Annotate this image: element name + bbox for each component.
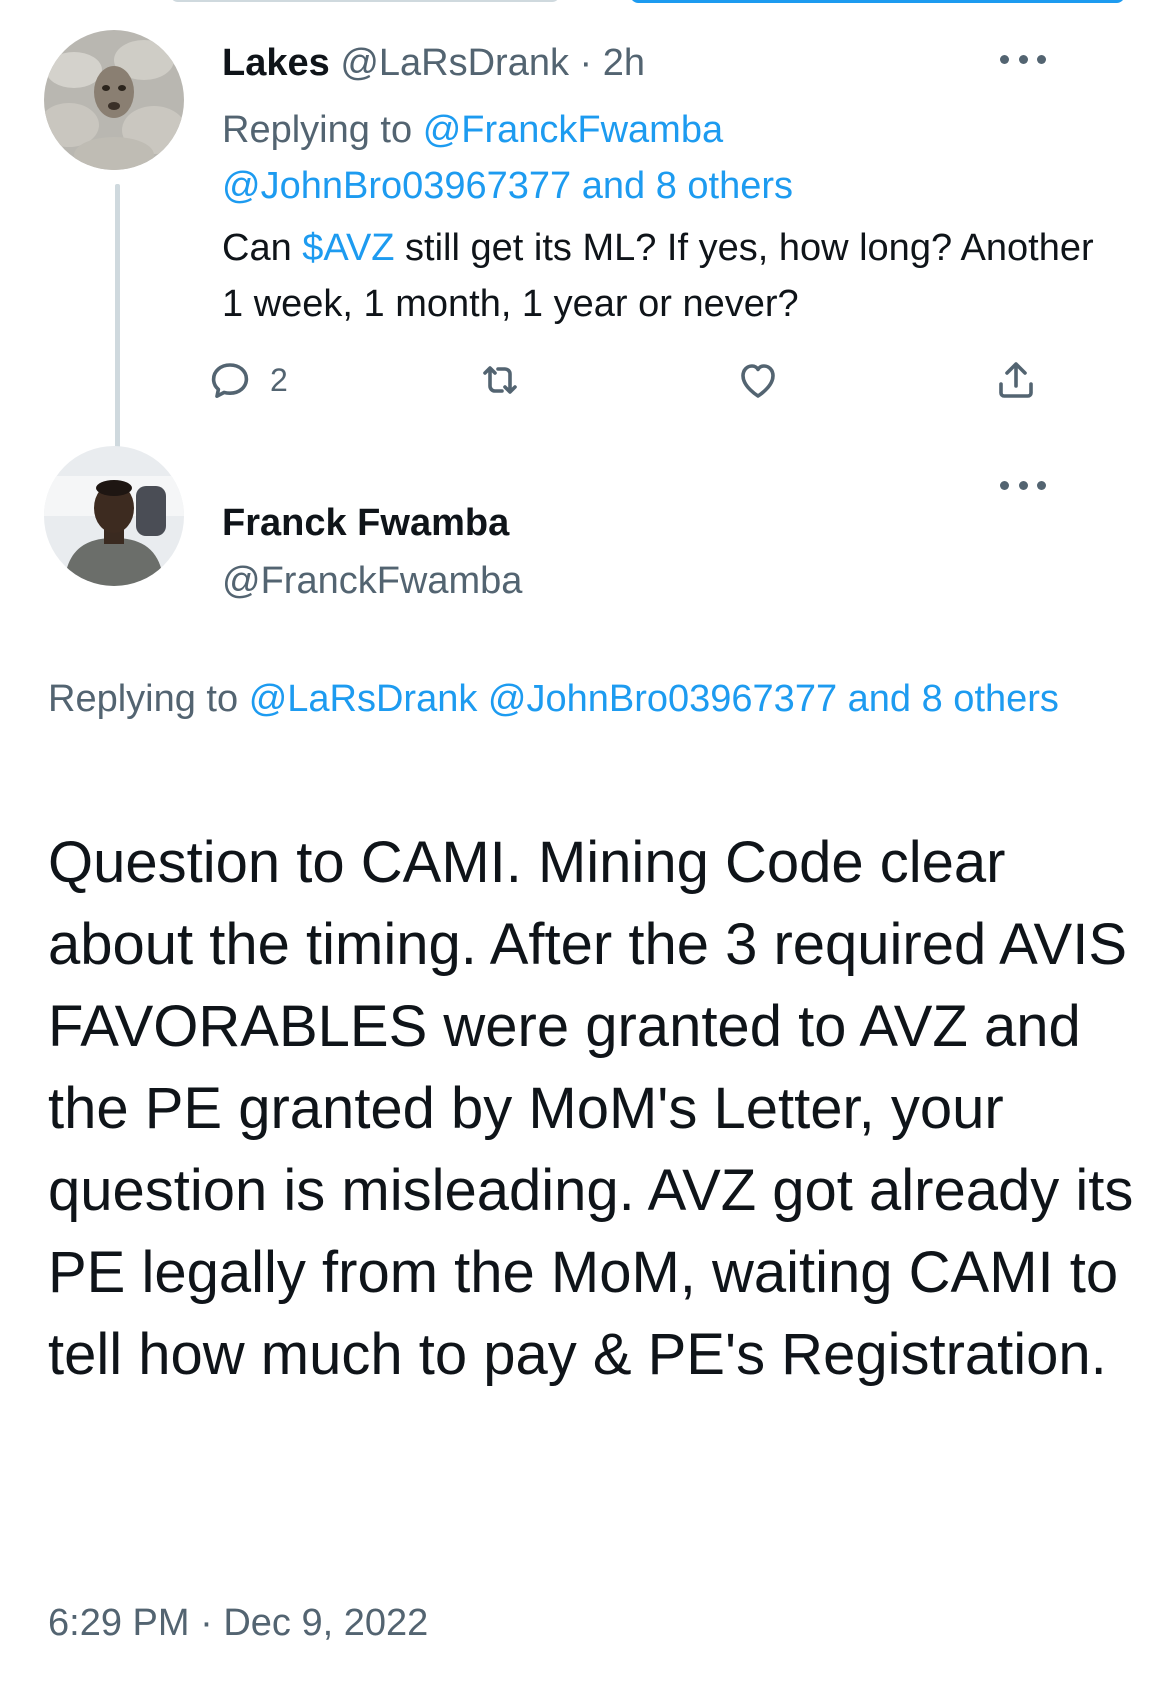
retweet-icon <box>483 366 517 394</box>
like-button[interactable] <box>734 356 782 404</box>
mention-link[interactable]: @LaRsDrank <box>249 678 478 720</box>
replying-prefix: Replying to <box>48 678 239 720</box>
top-partial-controls <box>0 0 1170 6</box>
timestamp-separator: · <box>200 1602 213 1644</box>
retweet-button[interactable] <box>476 356 524 404</box>
tweet-parent-header: Lakes @LaRsDrank · 2h <box>222 40 645 86</box>
mention-link[interactable]: @FranckFwamba <box>423 109 723 151</box>
tweet-parent-text: Can $AVZ still get its ML? If yes, how l… <box>222 220 1122 332</box>
tweet-time: 6:29 PM <box>48 1602 190 1644</box>
time-ago[interactable]: 2h <box>603 42 645 84</box>
tweet-date: Dec 9, 2022 <box>223 1602 429 1644</box>
others-link[interactable]: and 8 others <box>848 678 1059 720</box>
replying-to-line: Replying to @FranckFwamba @JohnBro039673… <box>222 102 1102 214</box>
replying-prefix: Replying to <box>222 109 413 151</box>
cashtag-link[interactable]: $AVZ <box>302 227 394 269</box>
author-handle[interactable]: @LaRsDrank <box>340 42 569 84</box>
tweet-timestamp[interactable]: 6:29 PM · Dec 9, 2022 <box>48 1600 428 1646</box>
top-left-pill[interactable] <box>170 0 560 2</box>
reply-count: 2 <box>270 361 288 398</box>
avatar-lakes-image <box>44 30 184 170</box>
avatar-franck-image <box>44 446 184 586</box>
top-right-pill[interactable] <box>630 0 1125 3</box>
thread-connector-line <box>115 184 120 474</box>
tweet-actions-bar: 2 <box>211 362 1122 424</box>
tweet-main-text: Question to CAMI. Mining Code clear abou… <box>48 830 1134 1387</box>
mention-link[interactable]: @JohnBro03967377 <box>222 165 571 207</box>
avatar-franck-fwamba[interactable] <box>44 446 184 586</box>
body-text-start: Can <box>222 227 303 269</box>
replying-to-line: Replying to @LaRsDrank @JohnBro03967377 … <box>48 670 1108 728</box>
more-icon[interactable] <box>1000 52 1046 66</box>
share-button[interactable] <box>992 356 1040 404</box>
author-name[interactable]: Lakes <box>222 42 330 84</box>
author-name[interactable]: Franck Fwamba <box>222 500 509 546</box>
others-link[interactable]: and 8 others <box>582 165 793 207</box>
reply-button[interactable]: 2 <box>206 356 288 404</box>
avatar-lakes[interactable] <box>44 30 184 170</box>
header-separator: · <box>579 42 593 84</box>
reply-icon <box>211 363 249 398</box>
share-icon <box>999 362 1033 398</box>
more-icon[interactable] <box>1000 478 1046 492</box>
like-icon <box>741 364 775 398</box>
author-handle[interactable]: @FranckFwamba <box>222 558 522 604</box>
mention-link[interactable]: @JohnBro03967377 <box>488 678 837 720</box>
